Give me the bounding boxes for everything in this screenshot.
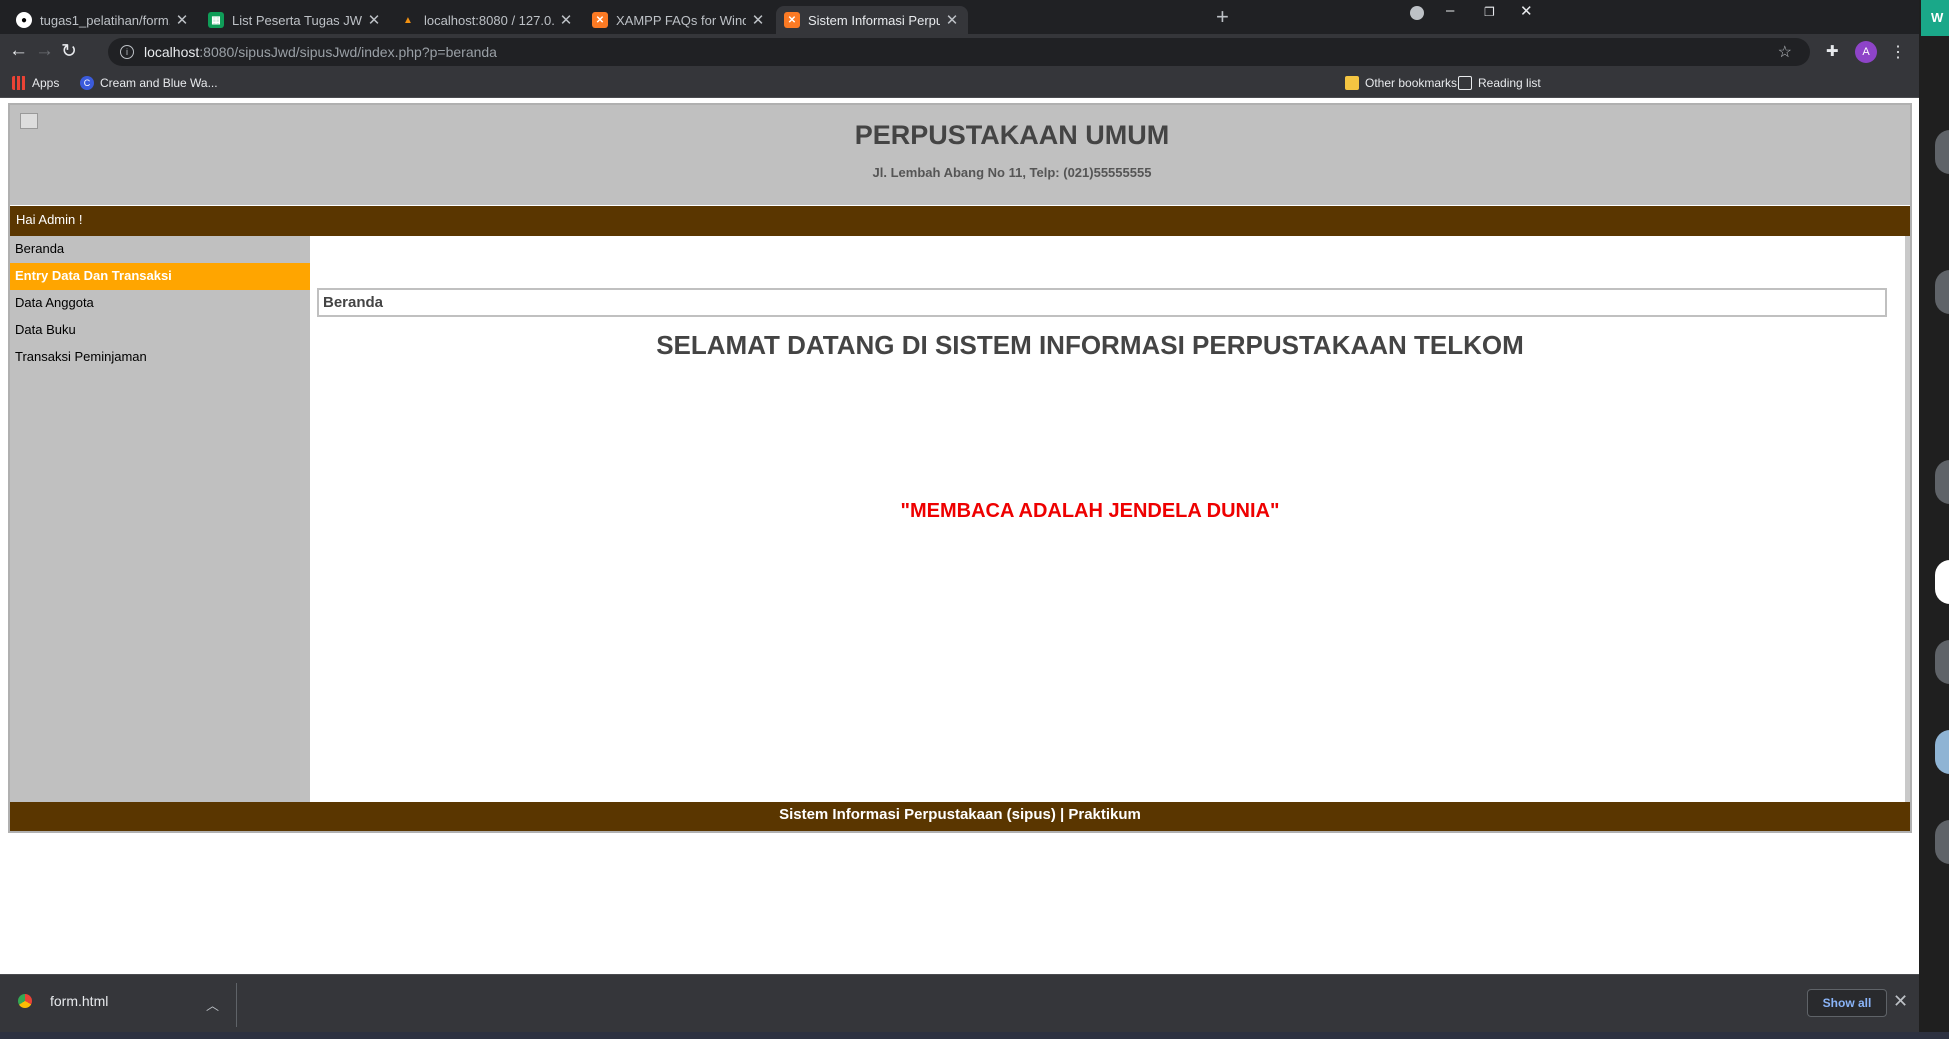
address-bar[interactable]: i localhost :8080/sipusJwd/sipusJwd/inde… — [108, 38, 1810, 66]
tab-sistem-informasi[interactable]: ✕ Sistem Informasi Perpustakaan ✕ — [776, 6, 968, 34]
participant-avatar — [1935, 820, 1949, 864]
reading-list-icon — [1458, 76, 1472, 90]
reload-icon[interactable]: ↻ — [61, 40, 77, 63]
show-all-button[interactable]: Show all — [1807, 989, 1887, 1017]
close-icon[interactable]: ✕ — [366, 11, 382, 29]
tab-title: XAMPP FAQs for Windows — [616, 12, 746, 28]
greeting-bar: Hai Admin ! — [10, 206, 1910, 236]
site-address: Jl. Lembah Abang No 11, Telp: (021)55555… — [872, 165, 1152, 180]
welcome-heading: SELAMAT DATANG DI SISTEM INFORMASI PERPU… — [656, 330, 1524, 360]
tab-xampp-faq[interactable]: ✕ XAMPP FAQs for Windows ✕ — [584, 6, 774, 34]
download-filename: form.html — [50, 993, 109, 1009]
download-item[interactable]: form.html — [18, 993, 108, 1009]
new-tab-button[interactable]: + — [1216, 6, 1229, 28]
site-footer: Sistem Informasi Perpustakaan (sipus) | … — [10, 802, 1910, 831]
forward-icon[interactable]: → — [35, 40, 54, 62]
xampp-icon: ✕ — [784, 12, 800, 28]
restore-icon[interactable]: ❐ — [1484, 5, 1495, 19]
menu-item-data-buku[interactable]: Data Buku — [10, 317, 310, 344]
close-icon[interactable]: ✕ — [558, 11, 574, 29]
google-sheets-icon: ▦ — [208, 12, 224, 28]
participant-avatar — [1935, 270, 1949, 314]
close-icon[interactable]: ✕ — [750, 11, 766, 29]
phpmyadmin-icon: ▲ — [403, 14, 413, 26]
participant-avatar — [1935, 130, 1949, 174]
canva-icon: C — [80, 76, 94, 90]
reading-list-label: Reading list — [1478, 76, 1541, 90]
minimize-icon[interactable]: – — [1446, 2, 1454, 19]
content-scrollbar[interactable] — [1905, 236, 1910, 802]
tab-title: List Peserta Tugas JWD - Google — [232, 12, 362, 28]
github-icon: ● — [16, 12, 32, 28]
folder-icon — [1345, 76, 1359, 90]
url-host: localhost — [144, 44, 200, 60]
participant-avatar — [1935, 640, 1949, 684]
tab-github[interactable]: ● tugas1_pelatihan/form.html at m ✕ — [8, 6, 198, 34]
tab-phpmyadmin[interactable]: ▲ localhost:8080 / 127.0.0.1 / dbpu ✕ — [392, 6, 582, 34]
menu-item-beranda[interactable]: Beranda — [10, 236, 310, 263]
menu-kebab-icon[interactable]: ⋮ — [1890, 42, 1906, 62]
window-close-icon[interactable]: ✕ — [1520, 2, 1533, 20]
xampp-icon: ✕ — [592, 12, 608, 28]
url-path: :8080/sipusJwd/sipusJwd/index.php?p=bera… — [199, 44, 497, 60]
close-icon[interactable]: ✕ — [174, 11, 190, 29]
page-frame: PERPUSTAKAAN UMUM Jl. Lembah Abang No 11… — [8, 103, 1912, 833]
extensions-icon[interactable]: ✚ — [1826, 42, 1839, 60]
quote-text: "MEMBACA ADALAH JENDELA DUNIA" — [900, 500, 1280, 522]
other-bookmarks-label: Other bookmarks — [1365, 76, 1458, 90]
tab-title: Sistem Informasi Perpustakaan — [808, 12, 940, 28]
site-title: PERPUSTAKAAN UMUM — [854, 120, 1170, 150]
tab-search-icon[interactable] — [1410, 6, 1424, 20]
browser-toolbar: ← → ↻ i localhost :8080/sipusJwd/sipusJw… — [0, 34, 1919, 70]
back-icon[interactable]: ← — [9, 40, 28, 62]
close-icon[interactable]: ✕ — [1893, 991, 1908, 1012]
site-info-icon[interactable]: i — [120, 45, 134, 59]
other-bookmarks[interactable]: Other bookmarks — [1345, 76, 1457, 90]
menu-item-transaksi-peminjaman[interactable]: Transaksi Peminjaman — [10, 344, 310, 371]
sidebar-menu: Beranda Entry Data Dan Transaksi Data An… — [10, 236, 310, 802]
chevron-up-icon[interactable]: ︿ — [206, 995, 219, 1014]
greeting-text: Hai Admin ! — [16, 212, 83, 227]
profile-avatar[interactable]: A — [1855, 41, 1877, 63]
background-window-strip — [1919, 0, 1949, 1039]
background-window-label: W — [1921, 0, 1949, 36]
participant-avatar — [1935, 560, 1949, 604]
bookmark-canva[interactable]: C Cream and Blue Wa... — [80, 76, 218, 90]
breadcrumb: Beranda — [317, 288, 1887, 317]
reading-list[interactable]: Reading list — [1458, 76, 1541, 90]
tab-google-sheets[interactable]: ▦ List Peserta Tugas JWD - Google ✕ — [200, 6, 390, 34]
close-icon[interactable]: ✕ — [944, 11, 960, 29]
tab-title: tugas1_pelatihan/form.html at m — [40, 12, 170, 28]
site-header: PERPUSTAKAAN UMUM Jl. Lembah Abang No 11… — [10, 105, 1910, 205]
bookmarks-bar: Apps C Cream and Blue Wa... Other bookma… — [0, 70, 1919, 98]
menu-item-entry-data[interactable]: Entry Data Dan Transaksi — [10, 263, 310, 290]
main-content: Beranda SELAMAT DATANG DI SISTEM INFORMA… — [310, 236, 1905, 802]
download-bar: form.html ︿ Show all ✕ — [0, 974, 1919, 1032]
participant-avatar — [1935, 460, 1949, 504]
bookmark-apps[interactable]: Apps — [12, 76, 59, 90]
participant-avatar — [1935, 730, 1949, 774]
menu-item-data-anggota[interactable]: Data Anggota — [10, 290, 310, 317]
taskbar-edge — [0, 1032, 1949, 1039]
apps-grid-icon — [12, 76, 26, 90]
divider — [236, 983, 237, 1027]
tab-title: localhost:8080 / 127.0.0.1 / dbpu — [424, 12, 554, 28]
bookmark-star-icon[interactable]: ☆ — [1778, 42, 1792, 62]
chrome-icon — [18, 994, 32, 1008]
browser-tab-strip: ● tugas1_pelatihan/form.html at m ✕ ▦ Li… — [0, 0, 1919, 34]
bookmark-label: Apps — [32, 76, 60, 90]
bookmark-label: Cream and Blue Wa... — [100, 76, 218, 90]
